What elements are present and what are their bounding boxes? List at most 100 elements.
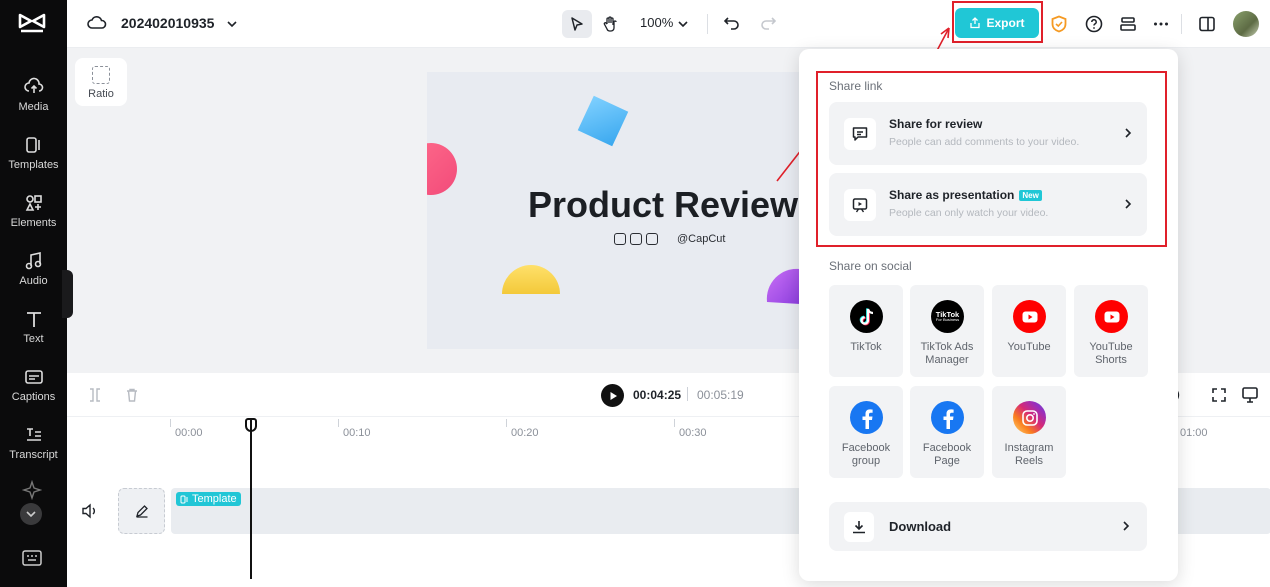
sidebar-item-transcript[interactable]: Transcript: [0, 424, 67, 461]
share-youtube-tile[interactable]: YouTube: [992, 285, 1066, 377]
divider: [707, 14, 708, 34]
edit-cover-button[interactable]: [118, 488, 165, 534]
chevron-down-icon[interactable]: [677, 18, 689, 30]
avatar[interactable]: [1233, 11, 1259, 37]
hand-icon: [603, 16, 617, 32]
share-facebook-page-tile[interactable]: Facebook Page: [910, 386, 984, 478]
project-title[interactable]: 202402010935: [121, 15, 214, 31]
video-preview[interactable]: Product Review @CapCut: [427, 72, 800, 349]
audio-icon: [25, 252, 41, 270]
cursor-icon: [571, 17, 583, 31]
monitor-icon[interactable]: [1241, 386, 1259, 404]
chevron-down-icon[interactable]: [226, 18, 238, 30]
select-tool-button[interactable]: [562, 10, 592, 38]
aspect-ratio-icon: [92, 66, 110, 84]
facebook-icon: [614, 233, 626, 245]
ruler-label: 00:30: [679, 427, 707, 439]
zoom-level[interactable]: 100%: [640, 15, 673, 30]
more-options-icon[interactable]: [1149, 12, 1173, 36]
instagram-icon: [646, 233, 658, 245]
tiktok-icon: [850, 300, 883, 333]
sidebar-item-label: Audio: [19, 275, 48, 287]
social-label: TikTok: [850, 341, 882, 353]
hand-tool-button[interactable]: [595, 10, 625, 38]
ratio-label: Ratio: [88, 88, 114, 100]
play-icon: [610, 391, 617, 400]
template-clip-tag[interactable]: Template: [176, 492, 241, 506]
capcut-logo-icon[interactable]: [17, 10, 47, 36]
share-panel: Share link Share for review People can a…: [799, 49, 1178, 581]
share-tiktok-tile[interactable]: TikTok: [829, 285, 903, 377]
share-tiktok-ads-tile[interactable]: TikTok For Business TikTok Ads Manager: [910, 285, 984, 377]
youtube-shorts-icon: [1095, 300, 1128, 333]
help-icon[interactable]: [1082, 12, 1106, 36]
layers-icon[interactable]: [1116, 12, 1140, 36]
sidebar-item-label: Templates: [8, 159, 59, 171]
sidebar-item-text[interactable]: Text: [0, 308, 67, 345]
download-option[interactable]: Download: [829, 502, 1147, 551]
download-label: Download: [889, 519, 952, 534]
preview-handle: @CapCut: [677, 233, 726, 245]
social-label: YouTube: [1007, 341, 1051, 353]
instagram-icon: [1013, 401, 1046, 434]
facebook-icon: [850, 401, 883, 434]
sidebar-item-elements[interactable]: Elements: [0, 192, 67, 229]
preview-social-icons: [614, 233, 658, 245]
magic-sparkle-icon[interactable]: [22, 480, 42, 500]
delete-icon[interactable]: [124, 387, 140, 403]
shield-icon[interactable]: [1047, 12, 1071, 36]
panel-toggle-icon[interactable]: [1195, 12, 1219, 36]
highlight-box: [816, 71, 1167, 247]
chevron-right-icon: [1123, 521, 1130, 531]
elements-icon: [25, 195, 42, 211]
tiktok-icon: [630, 233, 642, 245]
share-facebook-group-tile[interactable]: Facebook group: [829, 386, 903, 478]
expand-more-button[interactable]: [20, 503, 42, 525]
share-instagram-reels-tile[interactable]: Instagram Reels: [992, 386, 1066, 478]
volume-icon[interactable]: [81, 503, 99, 519]
share-youtube-shorts-tile[interactable]: YouTube Shorts: [1074, 285, 1148, 377]
captions-icon: [24, 370, 43, 384]
sidebar-item-audio[interactable]: Audio: [0, 250, 67, 287]
media-upload-icon: [23, 77, 43, 93]
divider: [687, 387, 688, 401]
templates-icon: [25, 137, 40, 153]
undo-icon[interactable]: [723, 14, 741, 32]
social-label: Facebook Page: [922, 442, 972, 467]
cloud-sync-icon[interactable]: [87, 14, 107, 32]
keyboard-icon[interactable]: [22, 549, 42, 567]
top-bar: 202402010935 100% Export: [67, 0, 1270, 48]
fullscreen-icon[interactable]: [1211, 387, 1227, 403]
preview-headline: Product Review: [528, 184, 799, 225]
ruler-label: 01:00: [1180, 427, 1208, 439]
sidebar-item-captions[interactable]: Captions: [0, 366, 67, 403]
highlight-box: [952, 1, 1043, 43]
ruler-label: 00:20: [511, 427, 539, 439]
facebook-icon: [931, 401, 964, 434]
sidebar-item-media[interactable]: Media: [0, 76, 67, 113]
left-rail: Media Templates Elements Audio Text Capt…: [0, 0, 67, 587]
text-icon: [26, 312, 41, 327]
playhead[interactable]: [250, 419, 252, 579]
tiktok-ads-logo-sub: For Business: [935, 317, 960, 323]
redo-icon[interactable]: [759, 14, 777, 32]
ruler-tick: [170, 419, 171, 427]
sidebar-item-label: Text: [23, 333, 44, 345]
ruler-tick: [674, 419, 675, 427]
play-button[interactable]: [601, 384, 624, 407]
social-label: YouTube Shorts: [1089, 341, 1133, 366]
download-icon: [844, 512, 874, 542]
sidebar-item-templates[interactable]: Templates: [0, 134, 67, 171]
split-icon[interactable]: [87, 387, 103, 403]
current-time: 00:04:25: [633, 388, 682, 402]
ratio-button[interactable]: Ratio: [75, 58, 127, 106]
tiktok-for-business-icon: TikTok For Business: [931, 300, 964, 333]
ruler-tick: [506, 419, 507, 427]
ruler-label: 00:00: [175, 427, 203, 439]
transcript-icon: [26, 428, 41, 441]
sidebar-item-label: Transcript: [9, 449, 58, 461]
social-label: Instagram Reels: [1004, 442, 1054, 467]
youtube-icon: [1013, 300, 1046, 333]
panel-collapse-handle[interactable]: [62, 270, 73, 318]
chevron-down-icon: [26, 511, 36, 518]
